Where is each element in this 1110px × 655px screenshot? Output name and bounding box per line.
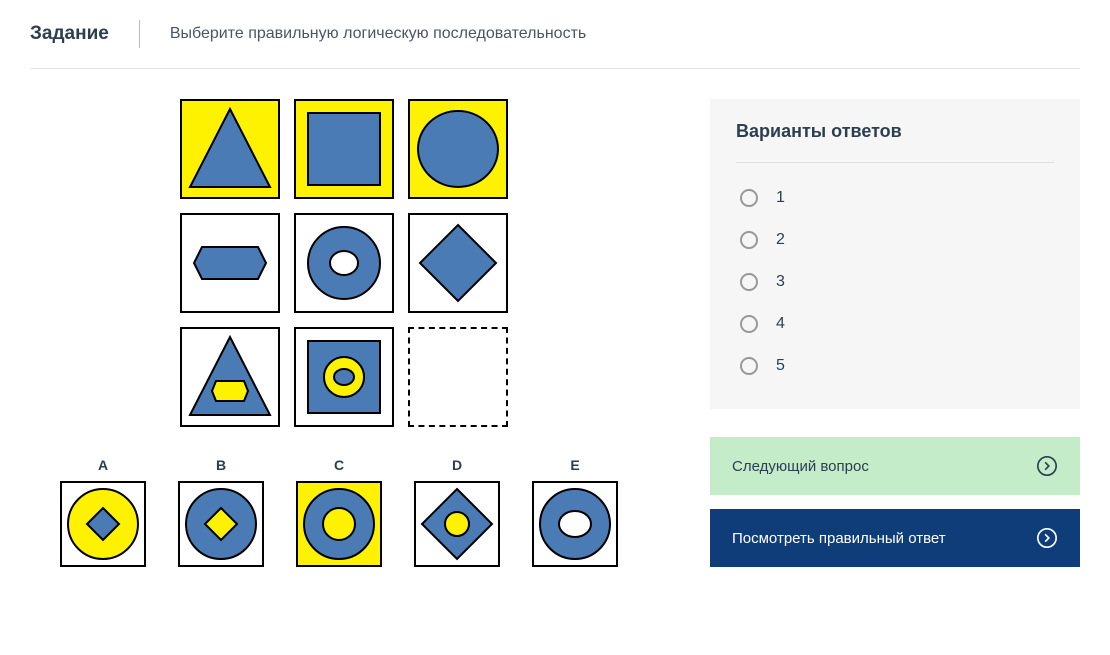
answers-list: 1 2 3 4 5 bbox=[736, 177, 1054, 387]
arrow-right-icon bbox=[1036, 455, 1058, 477]
next-question-button[interactable]: Следующий вопрос bbox=[710, 437, 1080, 495]
option-label: D bbox=[452, 457, 462, 473]
header: Задание Выберите правильную логическую п… bbox=[30, 20, 1080, 69]
radio-icon bbox=[740, 357, 758, 375]
grid-cell-8 bbox=[294, 327, 394, 427]
next-button-label: Следующий вопрос bbox=[732, 458, 869, 475]
sidebar: Варианты ответов 12345 Следующий вопрос … bbox=[710, 99, 1080, 581]
radio-icon bbox=[740, 189, 758, 207]
grid-cell-5 bbox=[294, 213, 394, 313]
grid-cell-4 bbox=[180, 213, 280, 313]
grid-cell-3 bbox=[408, 99, 508, 199]
answer-label: 5 bbox=[776, 357, 785, 375]
option-shape bbox=[296, 481, 382, 567]
grid-cell-6 bbox=[408, 213, 508, 313]
option-a[interactable]: A bbox=[60, 457, 146, 567]
option-shape bbox=[178, 481, 264, 567]
grid-cell-2 bbox=[294, 99, 394, 199]
page-title: Задание bbox=[30, 23, 109, 45]
grid-cell-7 bbox=[180, 327, 280, 427]
grid-cell-1 bbox=[180, 99, 280, 199]
answer-label: 4 bbox=[776, 315, 785, 333]
answer-option-2[interactable]: 2 bbox=[736, 219, 1054, 261]
answer-label: 3 bbox=[776, 273, 785, 291]
radio-icon bbox=[740, 315, 758, 333]
answers-title: Варианты ответов bbox=[736, 121, 1054, 163]
answer-label: 2 bbox=[776, 231, 785, 249]
option-shape bbox=[532, 481, 618, 567]
option-label: E bbox=[570, 457, 579, 473]
options-row: A B C D E bbox=[60, 457, 650, 567]
answer-option-3[interactable]: 3 bbox=[736, 261, 1054, 303]
show-answer-button[interactable]: Посмотреть правильный ответ bbox=[710, 509, 1080, 567]
option-label: C bbox=[334, 457, 344, 473]
option-d[interactable]: D bbox=[414, 457, 500, 567]
show-answer-label: Посмотреть правильный ответ bbox=[732, 530, 946, 547]
option-shape bbox=[60, 481, 146, 567]
option-shape bbox=[414, 481, 500, 567]
answer-option-4[interactable]: 4 bbox=[736, 303, 1054, 345]
answer-option-5[interactable]: 5 bbox=[736, 345, 1054, 387]
option-e[interactable]: E bbox=[532, 457, 618, 567]
answer-label: 1 bbox=[776, 189, 785, 207]
instruction-text: Выберите правильную логическую последова… bbox=[170, 25, 586, 43]
answers-panel: Варианты ответов 1 2 3 4 5 bbox=[710, 99, 1080, 409]
option-label: A bbox=[98, 457, 108, 473]
option-label: B bbox=[216, 457, 226, 473]
radio-icon bbox=[740, 231, 758, 249]
header-divider bbox=[139, 20, 140, 48]
arrow-right-icon bbox=[1036, 527, 1058, 549]
puzzle-area: A B C D E bbox=[30, 99, 650, 581]
grid-cell-9 bbox=[408, 327, 508, 427]
option-b[interactable]: B bbox=[178, 457, 264, 567]
answer-option-1[interactable]: 1 bbox=[736, 177, 1054, 219]
radio-icon bbox=[740, 273, 758, 291]
puzzle-grid bbox=[180, 99, 650, 427]
option-c[interactable]: C bbox=[296, 457, 382, 567]
